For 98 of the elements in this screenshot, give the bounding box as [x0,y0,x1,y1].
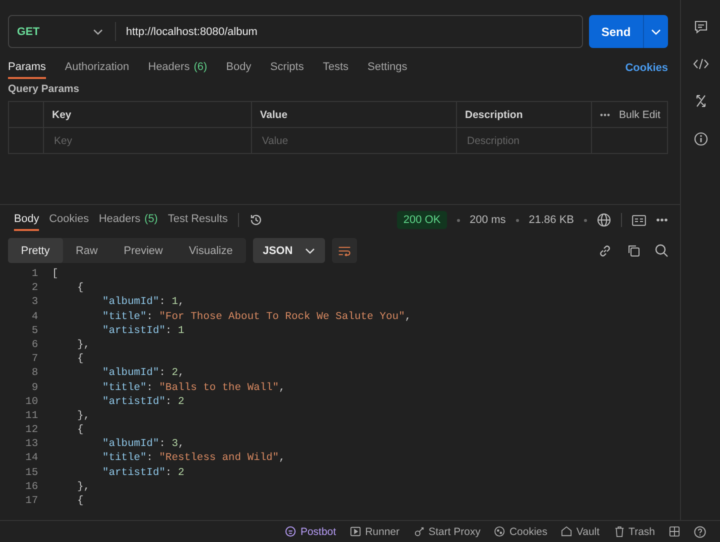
comment-icon[interactable] [694,20,708,34]
search-icon[interactable] [655,244,668,257]
help-icon[interactable] [694,526,706,538]
view-mode-tab[interactable]: Visualize [176,238,246,263]
copy-icon[interactable] [627,244,640,257]
code-line: "artistId": 1 [101,324,184,338]
code-line: }, [76,408,90,424]
line-number: 16 [24,480,39,494]
play-icon [350,526,362,537]
code-line: { [76,423,84,438]
line-number: 2 [30,281,39,296]
param-input[interactable]: Key [52,134,243,148]
request-tab[interactable]: Body [226,57,252,79]
line-number: 15 [24,466,39,480]
code-line: "artistId": 2 [101,394,184,409]
arrows-icon[interactable] [694,94,706,108]
line-number: 6 [30,338,39,352]
status-badge: 200 OK [397,211,447,229]
line-number: 11 [24,408,39,424]
response-size: 21.86 KB [528,214,574,226]
request-tab[interactable]: Params [8,57,46,79]
response-time: 200 ms [470,214,506,226]
status-bar-item[interactable]: Cookies [494,526,548,538]
line-number: 7 [30,352,39,366]
line-number: 10 [24,394,39,409]
code-line: { [76,494,84,508]
format-dropdown[interactable]: JSON [252,238,325,263]
more-icon [600,112,610,116]
line-number: 14 [24,451,39,466]
line-number: 4 [30,310,39,324]
bot-icon [285,526,296,537]
chevron-down-icon [651,28,661,34]
response-tab[interactable]: Headers (5) [98,209,158,231]
code-line: { [76,281,84,296]
code-line: }, [76,480,90,494]
wrap-lines-button[interactable] [332,238,357,263]
code-line: "albumId": 1, [101,295,184,310]
request-tab[interactable]: Tests [322,57,349,79]
code-line: { [76,352,84,366]
line-number: 17 [24,494,39,508]
wrap-lines-icon [338,244,351,256]
layout-icon[interactable] [669,526,680,537]
method-dropdown[interactable]: GET [9,22,116,41]
view-mode-tab[interactable]: Preview [110,238,176,263]
view-mode-tab[interactable]: Pretty [8,238,63,263]
info-icon[interactable] [694,132,708,146]
line-number: 9 [30,380,39,395]
line-number: 13 [24,437,39,452]
line-number: 8 [30,366,39,380]
request-tab[interactable]: Authorization [64,57,130,79]
param-input[interactable]: Value [260,134,448,148]
trash-icon [614,526,625,537]
section-title: Query Params [8,83,80,95]
code-line: "albumId": 2, [101,366,184,380]
code-line: "title": "Balls to the Wall", [101,380,286,395]
cookie-icon [494,526,506,537]
status-bar-item[interactable]: Start Proxy [414,526,480,538]
response-tab[interactable]: Body [14,209,40,231]
more-icon[interactable] [656,218,668,222]
code-line: "albumId": 3, [101,437,184,452]
bulk-edit-button[interactable]: Bulk Edit [592,102,668,127]
response-tab[interactable]: Cookies [49,209,89,231]
send-button[interactable]: Send [589,15,643,48]
url-bar[interactable]: GET http://localhost:8080/album [8,15,583,48]
request-tab[interactable]: Settings [368,57,408,79]
line-number: 3 [30,295,39,310]
code-line: "title": "Restless and Wild", [101,451,286,466]
chevron-down-icon [304,248,315,254]
request-tab[interactable]: Scripts [270,57,304,79]
column-header: Value [252,102,457,127]
line-number: 12 [24,423,39,438]
column-header: Description [457,102,592,127]
cookies-link[interactable]: Cookies [625,62,668,74]
save-example-icon[interactable] [632,214,646,226]
param-input[interactable]: Description [465,134,583,148]
history-icon[interactable] [248,213,263,227]
column-header: Key [44,102,252,127]
code-icon[interactable] [692,58,708,70]
url-field[interactable]: http://localhost:8080/album [116,16,582,47]
code-line: [ [52,267,58,282]
line-number: 5 [30,324,39,338]
code-line: "title": "For Those About To Rock We Salute You", [101,310,412,324]
code-line: }, [76,338,90,352]
line-number: 1 [30,267,39,282]
status-bar-item[interactable]: Trash [614,526,655,538]
send-options-button[interactable] [643,15,668,48]
house-icon [561,526,572,537]
view-mode-tab[interactable]: Raw [62,238,111,263]
globe-icon[interactable] [597,213,611,227]
status-bar-item[interactable]: Runner [350,526,400,538]
status-bar-item[interactable]: Postbot [285,526,336,538]
link-icon[interactable] [598,244,612,258]
proxy-icon [414,526,425,537]
request-tab[interactable]: Headers (6) [148,57,208,79]
chevron-down-icon [93,28,103,34]
response-tab[interactable]: Test Results [168,209,228,231]
code-line: "artistId": 2 [101,466,184,480]
status-bar-item[interactable]: Vault [561,526,600,538]
